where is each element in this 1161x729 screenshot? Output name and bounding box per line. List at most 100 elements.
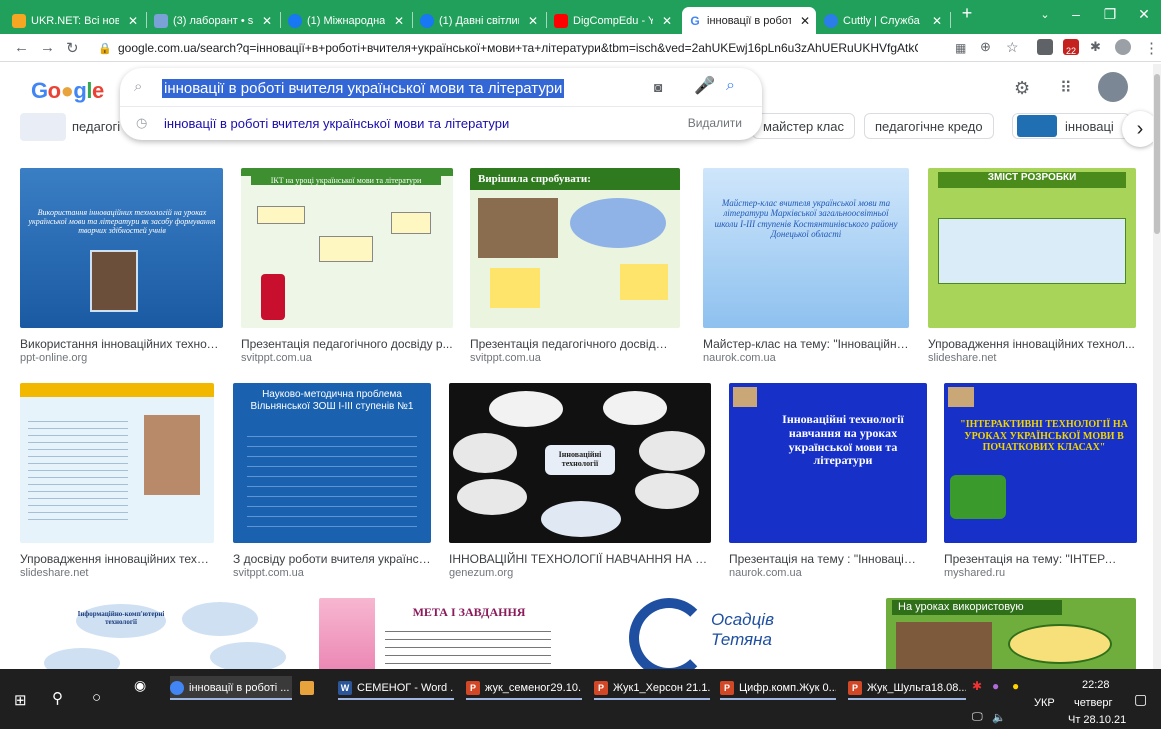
diagram-node — [257, 206, 305, 224]
apps-grid-icon[interactable]: ⠿ — [1060, 78, 1072, 98]
lock-icon[interactable]: 🔒 — [98, 42, 112, 55]
result-title: Презентація педагогічного досвіду р... — [470, 337, 670, 351]
settings-gear-icon[interactable]: ⚙ — [1014, 78, 1030, 99]
search-submit-icon[interactable]: ⌕ — [726, 77, 735, 95]
chip-master-class[interactable]: майстер клас — [752, 113, 855, 139]
powerpoint-icon: P — [594, 681, 608, 695]
image-result[interactable]: Осадців Тетяна — [583, 598, 867, 669]
tab-google-images[interactable]: Gінновації в роботі ✕ — [682, 7, 816, 34]
tab-facebook-2[interactable]: (1) Давні світлини ✕ — [414, 7, 544, 34]
tab-cuttly[interactable]: Cuttly | Служба зм ✕ — [818, 7, 948, 34]
close-icon[interactable]: ✕ — [262, 14, 272, 28]
network-icon[interactable]: 🖵 — [972, 711, 983, 724]
camera-app-icon[interactable]: ◉ — [134, 677, 146, 694]
microphone-icon[interactable]: 🎤 — [694, 76, 715, 96]
result-source: slideshare.net — [928, 352, 997, 364]
close-icon[interactable]: ✕ — [932, 14, 942, 28]
search-input[interactable]: інновації в роботі вчителя української м… — [162, 79, 565, 98]
tray-app-icon[interactable]: ● — [992, 679, 999, 693]
page-scrollbar[interactable] — [1153, 64, 1161, 669]
image-result[interactable]: Використання інноваційних технологій на … — [20, 168, 223, 364]
chip-pedagog[interactable]: педагогі — [68, 113, 128, 139]
profile-avatar-icon[interactable] — [1115, 39, 1131, 55]
classroom-photo — [896, 622, 992, 669]
taskbar-item-files[interactable] — [300, 676, 322, 700]
image-result[interactable]: "ІНТЕРАКТИВНІ ТЕХНОЛОГІЇ НА УРОКАХ УКРАЇ… — [944, 383, 1137, 579]
taskbar-item-ppt-3[interactable]: P Цифр.комп.Жук 0... — [720, 676, 836, 700]
image-result[interactable]: Науково-методична проблема Вільнянської … — [233, 383, 431, 579]
image-result[interactable]: Інноваційні технології навчання на урока… — [729, 383, 927, 579]
google-logo[interactable]: Go●gle — [31, 78, 104, 104]
image-result[interactable]: Інноваційні технології ІННОВАЦІЙНІ ТЕХНО… — [449, 383, 711, 579]
chip-innovations[interactable]: інноваці — [1012, 113, 1130, 139]
search-box[interactable]: ⌕ інновації в роботі вчителя української… — [120, 68, 762, 140]
taskbar-item-ppt-1[interactable]: Pжук_семеног29.10... — [466, 676, 582, 700]
thumbnail-text: Майстер-клас вчителя української мови та… — [714, 198, 898, 240]
tray-app-icon[interactable]: ● — [1012, 679, 1019, 693]
tray-app-icon[interactable]: ✱ — [972, 679, 982, 693]
image-result[interactable]: Інформаційно-комп'ютерні технології — [20, 598, 302, 669]
translate-icon[interactable]: ▦ — [955, 41, 966, 55]
thumbnail-text: ІКТ на уроці української мови та літерат… — [251, 176, 441, 186]
result-source: svitppt.com.ua — [470, 352, 541, 364]
image-result[interactable]: НАУКОВО-МЕТОДИЧНА РОЗРОБКА Упровадження … — [20, 383, 214, 579]
diagram-node — [489, 391, 563, 427]
back-arrow-icon[interactable]: ← — [14, 39, 29, 56]
result-thumbnail: Вирішила спробувати: — [470, 168, 680, 328]
language-indicator[interactable]: УКР — [1034, 697, 1055, 709]
windows-start-icon[interactable]: ⊞ — [14, 691, 27, 709]
youtube-icon — [554, 13, 568, 28]
result-source: slideshare.net — [20, 567, 89, 579]
volume-icon[interactable]: 🔈 — [992, 711, 1006, 724]
taskbar-item-word[interactable]: W СЕМЕНОГ - Word ... — [338, 676, 454, 700]
clock-day[interactable]: четверг — [1074, 697, 1113, 709]
tab-sum[interactable]: (3) лаборант • sum ✕ — [148, 7, 278, 34]
maximize-button[interactable]: ❐ — [1098, 6, 1122, 23]
result-title: Презентація на тему: "ІНТЕРАКТИ... — [944, 552, 1124, 566]
taskbar-item-ppt-2[interactable]: P Жук1_Херсон 21.1... — [594, 676, 710, 700]
close-icon[interactable]: ✕ — [662, 14, 672, 28]
image-result[interactable]: ЗМІСТ РОЗРОБКИ Упровадження інноваційних… — [928, 168, 1136, 364]
reload-icon[interactable]: ↻ — [66, 39, 79, 57]
facebook-icon — [288, 13, 302, 28]
new-tab-button[interactable]: + — [955, 3, 979, 24]
close-icon[interactable]: ✕ — [800, 14, 810, 28]
result-thumbnail: Використання інноваційних технологій на … — [20, 168, 223, 328]
search-icon[interactable]: ⚲ — [52, 689, 63, 707]
forward-arrow-icon[interactable]: → — [40, 39, 55, 56]
close-icon[interactable]: ✕ — [528, 14, 538, 28]
tab-youtube[interactable]: DigCompEdu - You ✕ — [548, 7, 678, 34]
account-avatar[interactable] — [1098, 72, 1128, 102]
camera-icon[interactable]: ◙ — [654, 79, 662, 95]
tab-facebook-1[interactable]: (1) Міжнародна о ✕ — [282, 7, 410, 34]
close-icon[interactable]: ✕ — [128, 14, 138, 28]
bookmark-star-icon[interactable]: ☆ — [1006, 39, 1019, 56]
clock-time[interactable]: 22:28 — [1082, 679, 1110, 691]
extension-icon[interactable] — [1037, 39, 1053, 55]
chip-credo[interactable]: педагогічне кредо — [864, 113, 994, 139]
image-result[interactable]: Майстер-клас вчителя української мови та… — [703, 168, 909, 364]
taskbar-item-ppt-4[interactable]: P Жук_Шульга18.08... — [848, 676, 966, 700]
task-view-icon[interactable]: ○ — [92, 689, 101, 706]
note-box — [490, 268, 540, 308]
zoom-icon[interactable]: ⊕ — [980, 39, 991, 55]
taskbar-item-chrome[interactable]: інновації в роботі ... — [170, 676, 292, 700]
scrollbar-thumb[interactable] — [1154, 74, 1160, 234]
image-result[interactable]: ІКТ на уроці української мови та літерат… — [241, 168, 453, 364]
extension-badge-icon[interactable]: 22 — [1063, 39, 1079, 56]
tab-ukrnet[interactable]: UKR.NET: Всі нови ✕ — [6, 7, 144, 34]
menu-dots-icon[interactable]: ⋮ — [1144, 39, 1159, 57]
clock-date[interactable]: Чт 28.10.21 — [1068, 714, 1126, 726]
delete-suggestion-button[interactable]: Видалити — [688, 116, 742, 130]
notification-icon[interactable]: ▢ — [1134, 691, 1147, 708]
puzzle-icon[interactable]: ✱ — [1090, 39, 1101, 55]
tab-search-icon[interactable]: ⌄ — [1033, 8, 1057, 21]
image-result[interactable]: На уроках використовую — [886, 598, 1136, 669]
close-window-button[interactable]: ✕ — [1132, 6, 1156, 23]
image-result[interactable]: МЕТА І ЗАВДАННЯ — [319, 598, 565, 669]
search-suggestion[interactable]: інновації в роботі вчителя української м… — [164, 116, 509, 131]
image-result[interactable]: Вирішила спробувати: Презентація педагог… — [470, 168, 680, 364]
minimize-button[interactable]: – — [1064, 6, 1088, 22]
close-icon[interactable]: ✕ — [394, 14, 404, 28]
url-field[interactable]: google.com.ua/search?q=інновації+в+робот… — [118, 41, 918, 55]
